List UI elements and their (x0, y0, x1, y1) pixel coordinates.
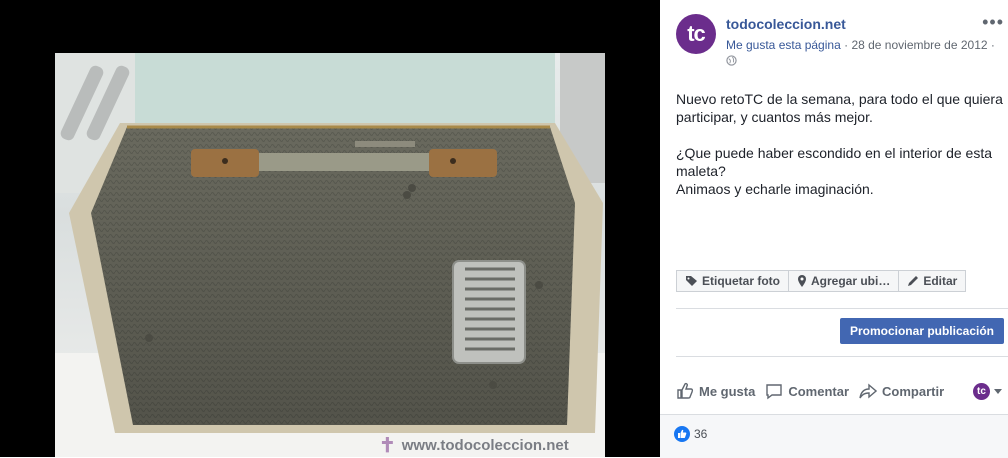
photo-viewer: ✝ www.todocoleccion.net (0, 0, 660, 457)
watermark: ✝ www.todocoleccion.net (379, 433, 569, 457)
tag-photo-label: Etiquetar foto (702, 274, 780, 288)
share-icon (859, 383, 878, 399)
edit-label: Editar (923, 274, 958, 288)
tag-photo-button[interactable]: Etiquetar foto (676, 270, 789, 292)
meta-separator-2: · (990, 38, 995, 52)
like-reaction-icon[interactable] (674, 426, 690, 442)
avatar-text: tc (687, 21, 706, 46)
post-as-selector[interactable]: tc (973, 382, 1002, 400)
divider (676, 308, 1008, 309)
divider (676, 356, 1008, 357)
reactions-summary: 36 (660, 414, 1008, 458)
page-mini-avatar: tc (973, 382, 990, 400)
suitcase-illustration (55, 53, 605, 457)
chevron-down-icon (994, 388, 1002, 394)
suitcase-photo[interactable]: ✝ www.todocoleccion.net (55, 53, 605, 457)
photo-action-buttons: Etiquetar foto Agregar ubi… Editar (676, 270, 967, 292)
like-label: Me gusta (699, 383, 756, 399)
post-panel: tc todocoleccion.net ••• Me gusta esta p… (660, 0, 1008, 458)
pencil-icon (908, 276, 919, 286)
meta-separator: · (844, 38, 849, 52)
page-name-link[interactable]: todocoleccion.net (726, 16, 846, 32)
share-button[interactable]: Compartir (859, 382, 944, 400)
like-button[interactable]: Me gusta (676, 382, 755, 400)
mini-avatar-text: tc (977, 385, 986, 397)
comment-label: Comentar (788, 383, 850, 399)
post-actions: Me gusta Comentar Compartir tc (676, 382, 1006, 400)
globe-icon[interactable] (726, 55, 737, 66)
post-text: Nuevo retoTC de la semana, para todo el … (676, 90, 1006, 198)
add-location-label: Agregar ubi… (811, 274, 891, 288)
edit-button[interactable]: Editar (898, 270, 967, 292)
post-text-line: Nuevo retoTC de la semana, para todo el … (676, 91, 1003, 125)
post-meta: Me gusta esta página · 28 de noviembre d… (726, 38, 995, 52)
watermark-logo-icon: ✝ (379, 435, 396, 457)
thumbs-up-icon (678, 429, 687, 438)
like-page-link[interactable]: Me gusta esta página (726, 38, 841, 52)
comment-button[interactable]: Comentar (765, 382, 849, 400)
post-text-line: Animaos y echarle imaginación. (676, 181, 874, 197)
tag-icon (686, 276, 697, 286)
watermark-text: www.todocoleccion.net (401, 437, 569, 454)
page-avatar[interactable]: tc (676, 14, 716, 54)
reaction-count[interactable]: 36 (694, 427, 707, 441)
more-options-icon[interactable]: ••• (982, 12, 1004, 33)
promote-post-button[interactable]: Promocionar publicación (839, 318, 1004, 344)
comment-icon (766, 384, 783, 400)
share-label: Compartir (882, 383, 945, 399)
location-pin-icon (798, 275, 806, 287)
post-text-line: ¿Que puede haber escondido en el interio… (676, 145, 992, 179)
post-date[interactable]: 28 de noviembre de 2012 (851, 38, 987, 52)
add-location-button[interactable]: Agregar ubi… (788, 270, 900, 292)
thumbs-up-icon (677, 382, 694, 399)
